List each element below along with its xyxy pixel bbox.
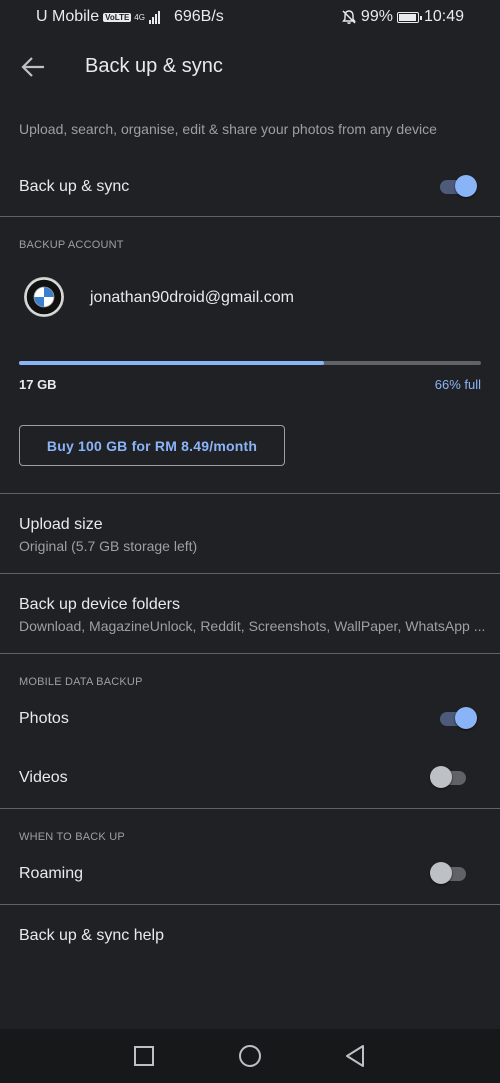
back-arrow-icon[interactable] (20, 54, 48, 80)
roaming-toggle[interactable] (430, 861, 470, 885)
battery-percent: 99% (360, 8, 393, 25)
storage-progress-bar (19, 361, 481, 365)
backup-sync-label: Back up & sync (19, 178, 130, 195)
network-speed: 696B/s (173, 8, 224, 25)
backup-account-header: BACKUP ACCOUNT (19, 239, 124, 251)
volte-badge: VoLTE (103, 12, 132, 22)
signal-icon (148, 10, 160, 24)
divider (0, 808, 500, 809)
when-to-backup-header: WHEN TO BACK UP (19, 831, 125, 843)
storage-percent: 66% full (434, 377, 481, 392)
home-circle-icon[interactable] (237, 1043, 263, 1069)
avatar[interactable] (24, 277, 64, 317)
divider (0, 653, 500, 654)
clock: 10:49 (423, 8, 464, 25)
device-folders-value: Download, MagazineUnlock, Reddit, Screen… (19, 618, 486, 634)
carrier-name: U Mobile (36, 8, 100, 25)
storage-progress-fill (19, 361, 324, 365)
upload-size-label: Upload size (19, 516, 103, 533)
videos-label: Videos (19, 769, 68, 786)
divider (0, 216, 500, 217)
battery-icon (396, 11, 422, 23)
mute-bell-icon (342, 10, 356, 24)
status-bar: U Mobile VoLTE 4G 696B/s 99% 10:49 (0, 0, 500, 36)
videos-row[interactable]: Videos (0, 757, 500, 799)
backup-sync-row[interactable]: Back up & sync (0, 166, 500, 208)
upload-size-row[interactable]: Upload size Original (5.7 GB storage lef… (0, 494, 500, 573)
status-left: U Mobile VoLTE 4G 696B/s (36, 8, 224, 26)
videos-toggle[interactable] (430, 765, 470, 789)
photos-label: Photos (19, 710, 69, 727)
mobile-data-header: MOBILE DATA BACKUP (19, 676, 143, 688)
device-folders-row[interactable]: Back up device folders Download, Magazin… (0, 574, 500, 653)
page-description: Upload, search, organise, edit & share y… (19, 121, 437, 137)
buy-storage-button[interactable]: Buy 100 GB for RM 8.49/month (19, 425, 285, 466)
back-triangle-icon[interactable] (343, 1043, 369, 1069)
page-title: Back up & sync (85, 55, 223, 77)
device-folders-label: Back up device folders (19, 596, 180, 613)
upload-size-value: Original (5.7 GB storage left) (19, 538, 198, 554)
recents-square-icon[interactable] (131, 1043, 157, 1069)
status-right: 99% 10:49 (341, 8, 464, 26)
roaming-label: Roaming (19, 865, 84, 882)
network-type: 4G (134, 12, 145, 22)
bmw-logo-icon (25, 278, 63, 316)
backup-sync-toggle[interactable] (438, 174, 478, 198)
navigation-bar (0, 1029, 500, 1083)
photos-row[interactable]: Photos (0, 698, 500, 740)
roaming-row[interactable]: Roaming (0, 853, 500, 895)
storage-used: 17 GB (19, 377, 57, 392)
help-label: Back up & sync help (19, 927, 164, 944)
help-row[interactable]: Back up & sync help (0, 905, 500, 965)
account-email: jonathan90droid@gmail.com (90, 289, 294, 306)
photos-toggle[interactable] (438, 706, 478, 730)
